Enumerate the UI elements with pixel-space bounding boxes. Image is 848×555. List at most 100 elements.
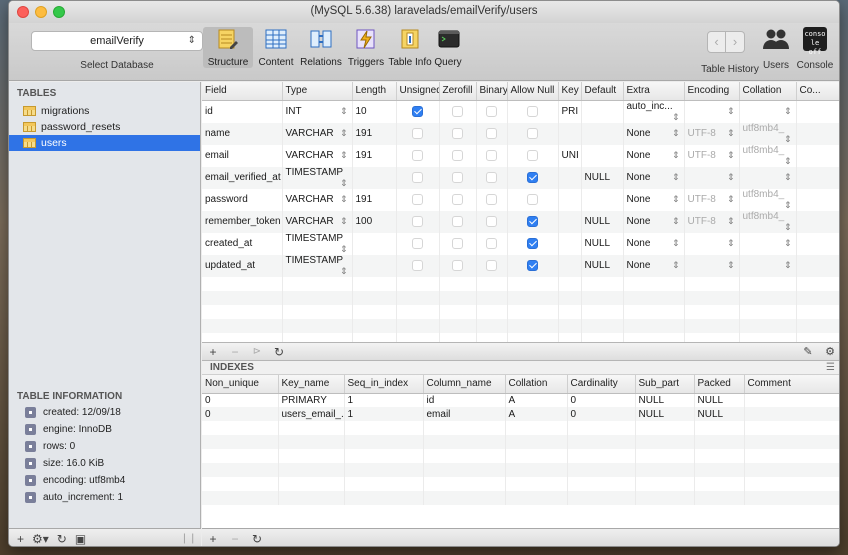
updown-chevron-icon[interactable]: ⇕ [672, 238, 683, 249]
updown-chevron-icon[interactable]: ⇕ [727, 128, 738, 139]
cell-default[interactable] [581, 144, 624, 167]
cell-encoding[interactable]: UTF-8 ⇕ [684, 188, 740, 211]
tab-relations[interactable]: Relations [298, 27, 344, 68]
cell-comment[interactable] [796, 166, 839, 189]
table-row[interactable]: id INT ⇕ 10 PRI auto_inc... ⇕ ⇕ ⇕ [202, 100, 839, 123]
col-encoding[interactable]: Encoding [684, 82, 740, 101]
col-field[interactable]: Field [202, 82, 283, 101]
console-button[interactable]: conso le off Console [793, 27, 837, 71]
updown-chevron-icon[interactable]: ⇕ [672, 128, 683, 139]
updown-chevron-icon[interactable]: ⇕ [727, 238, 738, 249]
updown-chevron-icon[interactable]: ⇕ [340, 128, 351, 139]
cell-collation[interactable]: utf8mb4_ ⇕ [739, 144, 797, 167]
updown-chevron-icon[interactable]: ⇕ [784, 222, 795, 233]
cell-type[interactable]: VARCHAR ⇕ [282, 210, 353, 233]
checkbox[interactable] [527, 237, 538, 249]
cell-encoding[interactable]: UTF-8 ⇕ [684, 144, 740, 167]
updown-chevron-icon[interactable]: ⇕ [672, 260, 683, 271]
cell-default[interactable]: NULL [581, 166, 624, 189]
col-key[interactable]: Key [558, 82, 582, 101]
updown-chevron-icon[interactable]: ⇕ [672, 216, 683, 227]
checkbox[interactable] [527, 259, 538, 271]
table-row[interactable]: created_at TIMESTAMP ⇕ NULL None ⇕ ⇕ ⇕ [202, 232, 839, 255]
cell-field[interactable]: password [202, 188, 283, 211]
updown-chevron-icon[interactable]: ⇕ [727, 194, 738, 205]
tab-triggers[interactable]: Triggers [345, 27, 387, 68]
history-forward-button[interactable]: › [726, 31, 745, 53]
cell-default[interactable]: NULL [581, 232, 624, 255]
cell-comment[interactable] [796, 232, 839, 255]
cell-collation[interactable]: ⇕ [739, 100, 797, 123]
table-row[interactable]: email VARCHAR ⇕ 191 UNI None ⇕ UTF-8 ⇕ utf8mb4_ ⇕ [202, 144, 839, 167]
col-zerofill[interactable]: Zerofill [439, 82, 477, 101]
cell-type[interactable]: TIMESTAMP ⇕ [282, 166, 353, 189]
cell-encoding[interactable]: ⇕ [684, 254, 740, 277]
duplicate-field-button[interactable]: ⊳ [246, 346, 268, 357]
cell-length[interactable]: 100 [352, 210, 397, 233]
cell-encoding[interactable]: UTF-8 ⇕ [684, 210, 740, 233]
updown-chevron-icon[interactable]: ⇕ [672, 112, 683, 123]
col-length[interactable]: Length [352, 82, 397, 101]
tab-table-info[interactable]: Table Info [388, 27, 432, 68]
cell-type[interactable]: VARCHAR ⇕ [282, 188, 353, 211]
col-default[interactable]: Default [581, 82, 624, 101]
updown-chevron-icon[interactable]: ⇕ [340, 106, 351, 117]
table-row[interactable]: email_verified_at TIMESTAMP ⇕ NULL None ⇕ ⇕ ⇕ [202, 166, 839, 189]
cell-length[interactable] [352, 232, 397, 255]
tab-content[interactable]: Content [255, 27, 297, 68]
add-field-button[interactable]: + [202, 345, 224, 359]
sidebar-item-users[interactable]: users [9, 135, 200, 151]
checkbox[interactable] [452, 193, 463, 205]
menu-icon[interactable]: ☰ [826, 361, 835, 375]
col-unsigned[interactable]: Unsigned [396, 82, 440, 101]
cell-extra[interactable]: auto_inc... ⇕ [623, 100, 685, 123]
updown-chevron-icon[interactable]: ⇕ [340, 178, 351, 189]
index-col-packed[interactable]: Packed [694, 375, 745, 394]
updown-chevron-icon[interactable]: ⇕ [784, 106, 795, 117]
col-comment[interactable]: Co... [796, 82, 839, 101]
sidebar-item-password-resets[interactable]: password_resets [9, 119, 200, 135]
updown-chevron-icon[interactable]: ⇕ [784, 260, 795, 271]
cell-length[interactable]: 191 [352, 188, 397, 211]
index-col-comment[interactable]: Comment [744, 375, 839, 394]
checkbox[interactable] [527, 171, 538, 183]
updown-chevron-icon[interactable]: ⇕ [340, 266, 351, 277]
cell-type[interactable]: TIMESTAMP ⇕ [282, 254, 353, 277]
cell-type[interactable]: TIMESTAMP ⇕ [282, 232, 353, 255]
cell-default[interactable]: NULL [581, 210, 624, 233]
cell-comment[interactable] [796, 254, 839, 277]
cell-type[interactable]: VARCHAR ⇕ [282, 144, 353, 167]
checkbox[interactable] [412, 127, 423, 139]
filter-icon[interactable]: ▣ [75, 532, 86, 546]
cell-field[interactable]: remember_token [202, 210, 283, 233]
updown-chevron-icon[interactable]: ⇕ [340, 194, 351, 205]
checkbox[interactable] [527, 127, 538, 139]
checkbox[interactable] [486, 193, 497, 205]
refresh-icon[interactable]: ↻ [57, 532, 67, 546]
table-row[interactable]: remember_token VARCHAR ⇕ 100 NULL None ⇕ UTF-8 ⇕… [202, 210, 839, 233]
edit-pencil-icon[interactable]: ✎ [797, 345, 819, 358]
table-row[interactable]: password VARCHAR ⇕ 191 None ⇕ UTF-8 ⇕ utf8mb4_ ⇕ [202, 188, 839, 211]
cell-comment[interactable] [796, 144, 839, 167]
cell-extra[interactable]: None ⇕ [623, 232, 685, 255]
updown-chevron-icon[interactable]: ⇕ [727, 260, 738, 271]
cell-extra[interactable]: None ⇕ [623, 254, 685, 277]
checkbox[interactable] [412, 149, 423, 161]
cell-extra[interactable]: None ⇕ [623, 188, 685, 211]
index-col-non-unique[interactable]: Non_unique [202, 375, 279, 394]
cell-field[interactable]: updated_at [202, 254, 283, 277]
updown-chevron-icon[interactable]: ⇕ [340, 150, 351, 161]
cell-default[interactable]: NULL [581, 254, 624, 277]
split-handle-icon[interactable]: ❘❘ [180, 533, 197, 544]
cell-length[interactable]: 10 [352, 100, 397, 123]
cell-comment[interactable] [796, 122, 839, 145]
database-select[interactable]: emailVerify ⇕ [31, 31, 203, 51]
cell-extra[interactable]: None ⇕ [623, 210, 685, 233]
index-col-column-name[interactable]: Column_name [423, 375, 506, 394]
cell-length[interactable]: 191 [352, 144, 397, 167]
checkbox[interactable] [486, 127, 497, 139]
checkbox[interactable] [527, 193, 538, 205]
checkbox[interactable] [452, 171, 463, 183]
col-collation[interactable]: Collation [739, 82, 797, 101]
index-col-key-name[interactable]: Key_name [278, 375, 345, 394]
